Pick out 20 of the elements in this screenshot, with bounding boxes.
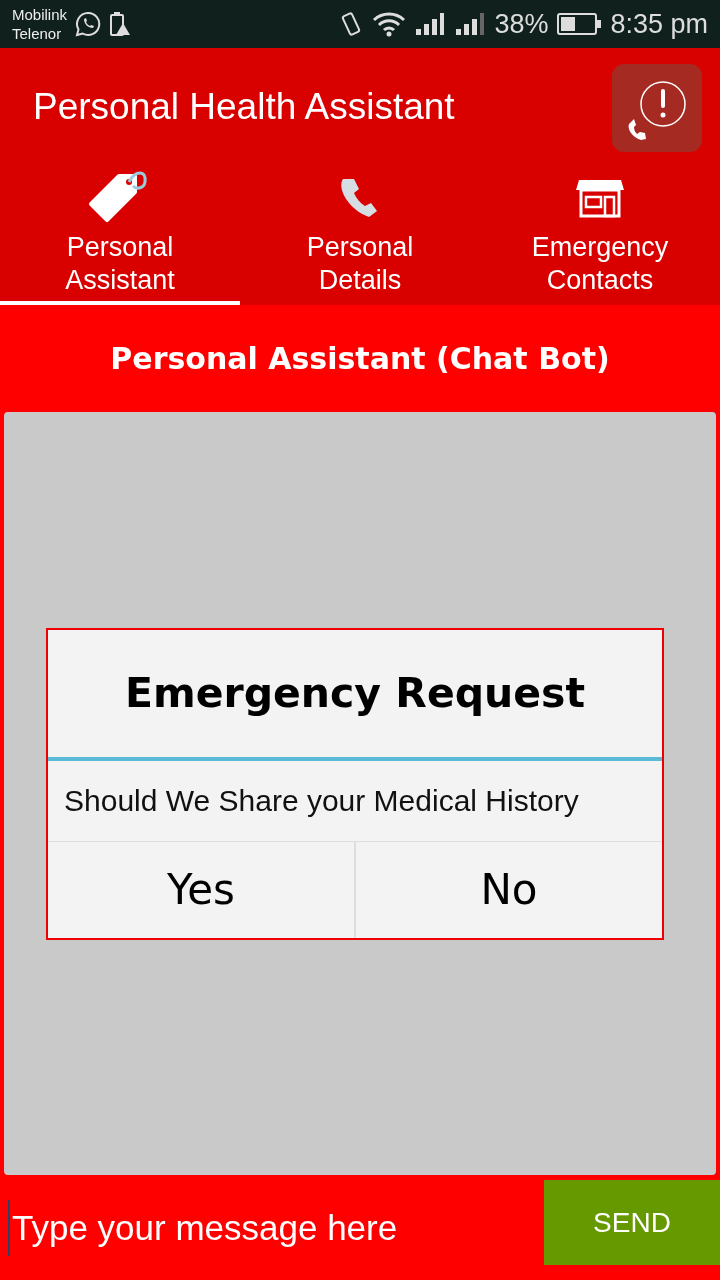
carrier-name: Mobilink <box>12 5 68 24</box>
carrier-name: Telenor <box>12 24 63 43</box>
signal-icon <box>414 11 447 37</box>
battery-icon <box>556 11 603 37</box>
dialog-message: Should We Share your Medical History <box>48 760 662 842</box>
tab[interactable]: Personal Details <box>240 165 480 305</box>
emergency-call-button[interactable] <box>612 63 702 152</box>
tab[interactable]: Emergency Contacts <box>480 165 720 305</box>
wifi-icon <box>372 11 407 37</box>
clock-time: 8:35 pm <box>610 8 708 40</box>
send-button[interactable]: SEND <box>544 1180 720 1265</box>
chat-bubble-icon <box>75 11 102 37</box>
message-input-field[interactable]: Type your message here <box>8 1199 544 1256</box>
chat-title: Personal Assistant (Chat Bot) <box>110 341 610 376</box>
battery-warning-icon <box>109 11 132 37</box>
dialog-title: Emergency Request <box>48 629 662 761</box>
signal-icon <box>454 11 487 37</box>
app-title: Personal Health Assistant <box>33 85 455 128</box>
tab[interactable]: Personal Assistant <box>0 165 240 305</box>
battery-percentage: 38% <box>494 8 549 40</box>
